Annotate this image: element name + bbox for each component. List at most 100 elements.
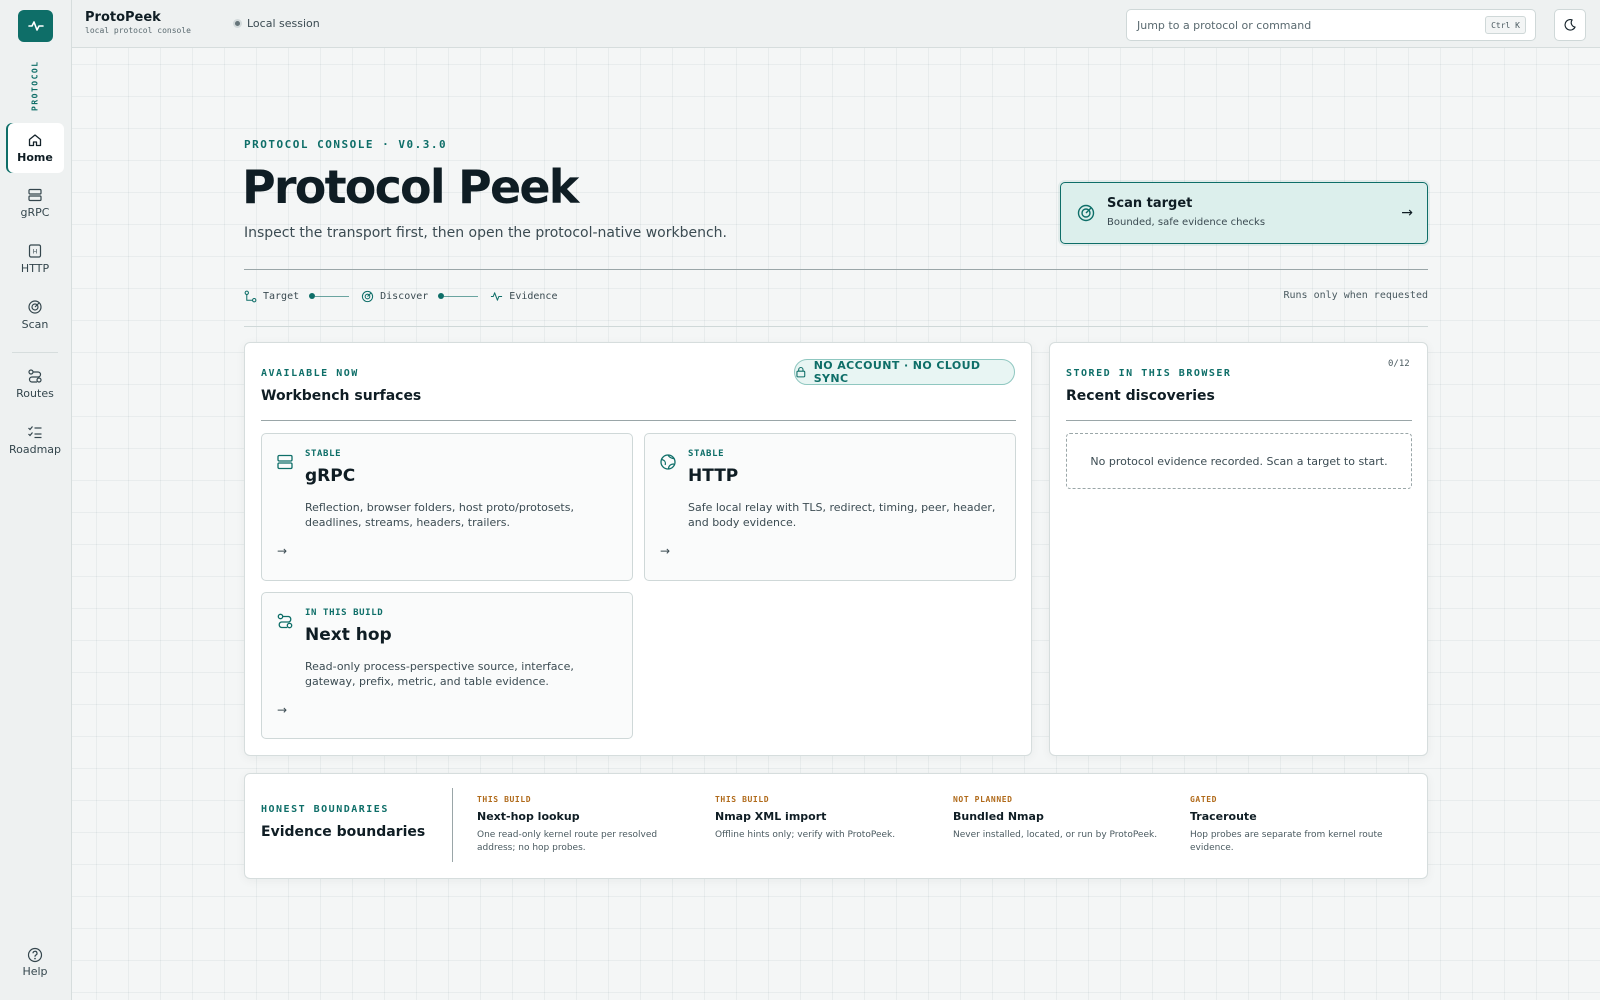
- privacy-badge: NO ACCOUNT · NO CLOUD SYNC: [794, 359, 1015, 385]
- sidebar-item-roadmap[interactable]: Roadmap: [6, 415, 64, 465]
- sidebar-item-routes[interactable]: Routes: [6, 359, 64, 409]
- step-connector: [438, 293, 479, 299]
- panel-eyebrow: AVAILABLE NOW: [261, 368, 359, 379]
- route-icon: [277, 613, 293, 629]
- boundary-level: THIS BUILD: [477, 795, 532, 804]
- home-icon: [28, 134, 42, 147]
- step-evidence: Evidence: [490, 290, 557, 303]
- boundary-title: Traceroute: [1190, 810, 1257, 823]
- sidebar-item-scan[interactable]: Scan: [6, 290, 64, 340]
- step-discover: Discover: [361, 290, 428, 303]
- discoveries-count: 0/12: [1388, 359, 1410, 369]
- sidebar-item-http[interactable]: H HTTP: [6, 234, 64, 284]
- steps-divider: [244, 326, 1428, 327]
- privacy-badge-label: NO ACCOUNT · NO CLOUD SYNC: [813, 359, 981, 385]
- step-connector: [309, 293, 350, 299]
- globe-icon: [660, 454, 676, 470]
- page-subtitle: Inspect the transport first, then open t…: [244, 225, 727, 241]
- surface-card-http[interactable]: STABLE HTTP Safe local relay with TLS, r…: [644, 433, 1016, 581]
- svg-text:H: H: [33, 249, 38, 256]
- sidebar: PROTOCOL Home gRPC H HTTP Scan Routes Ro…: [0, 0, 72, 1000]
- shortcut-hint: Ctrl K: [1485, 16, 1526, 34]
- panel-title: Evidence boundaries: [261, 824, 426, 840]
- server-icon: [28, 188, 42, 202]
- steps-note: Runs only when requested: [1283, 290, 1429, 301]
- arrow-right-icon: →: [1401, 205, 1413, 221]
- sidebar-item-home[interactable]: Home: [6, 123, 64, 173]
- surface-name: Next hop: [305, 625, 392, 645]
- surface-description: Reflection, browser folders, host proto/…: [305, 501, 574, 529]
- boundary-title: Next-hop lookup: [477, 810, 580, 823]
- session-indicator: Local session: [233, 17, 320, 30]
- boundary-description: Hop probes are separate from kernel rout…: [1190, 830, 1383, 853]
- boundary-item: GATED Traceroute Hop probes are separate…: [1190, 795, 1410, 855]
- sidebar-item-label: HTTP: [20, 262, 50, 275]
- workflow-steps: Target Discover Evidence: [244, 289, 557, 303]
- hero-eyebrow: PROTOCOL CONSOLE · V0.3.0: [244, 138, 448, 151]
- step-label: Discover: [380, 290, 429, 302]
- surface-tag: STABLE: [688, 449, 725, 459]
- step-target: Target: [244, 290, 299, 303]
- scan-target-subtitle: Bounded, safe evidence checks: [1107, 217, 1266, 228]
- surface-tag: IN THIS BUILD: [305, 608, 384, 618]
- panel-eyebrow: HONEST BOUNDARIES: [261, 804, 389, 815]
- route-icon: [28, 369, 42, 383]
- radar-icon: [1077, 204, 1095, 222]
- radar-icon: [362, 290, 374, 302]
- sidebar-item-label: Roadmap: [8, 443, 62, 456]
- surface-card-next-hop[interactable]: IN THIS BUILD Next hop Read-only process…: [261, 592, 633, 739]
- sidebar-item-label: gRPC: [20, 206, 50, 219]
- help-label: Help: [22, 965, 48, 978]
- lock-icon: [796, 367, 806, 378]
- surface-tag: STABLE: [305, 449, 342, 459]
- sidebar-item-grpc[interactable]: gRPC: [6, 178, 64, 228]
- moon-icon: [1564, 19, 1576, 31]
- boundary-title: Bundled Nmap: [953, 810, 1044, 823]
- boundary-level: GATED: [1190, 795, 1218, 804]
- step-label: Target: [263, 290, 300, 302]
- sidebar-item-label: Routes: [16, 387, 54, 400]
- panel-divider: [1066, 420, 1412, 421]
- boundary-description: One read-only kernel route per resolved …: [477, 830, 658, 853]
- boundary-title: Nmap XML import: [715, 810, 827, 823]
- command-search-input[interactable]: Jump to a protocol or command Ctrl K: [1126, 9, 1536, 41]
- surface-name: gRPC: [305, 466, 356, 486]
- http-icon: H: [28, 244, 42, 258]
- app-subtitle: local protocol console: [85, 26, 191, 35]
- panel-title: Recent discoveries: [1066, 388, 1215, 404]
- arrow-right-icon: →: [277, 703, 288, 717]
- scan-target-title: Scan target: [1107, 196, 1193, 211]
- pulse-icon: [27, 21, 44, 31]
- empty-state: No protocol evidence recorded. Scan a ta…: [1066, 433, 1412, 489]
- app-name: ProtoPeek: [85, 10, 161, 25]
- step-label: Evidence: [509, 290, 558, 302]
- pulse-icon: [491, 291, 503, 301]
- arrow-right-icon: →: [277, 544, 288, 558]
- app-logo[interactable]: [18, 10, 53, 42]
- top-bar: ProtoPeek local protocol console Local s…: [72, 0, 1600, 48]
- scan-target-button[interactable]: Scan target Bounded, safe evidence check…: [1060, 182, 1428, 244]
- panel-divider: [261, 420, 1016, 421]
- checklist-icon: [28, 426, 42, 439]
- page-title: Protocol Peek: [242, 160, 579, 214]
- surface-description: Safe local relay with TLS, redirect, tim…: [688, 501, 996, 529]
- theme-toggle-button[interactable]: [1554, 9, 1586, 41]
- sidebar-item-label: Home: [17, 151, 53, 164]
- surface-card-grpc[interactable]: STABLE gRPC Reflection, browser folders,…: [261, 433, 633, 581]
- radar-icon: [28, 300, 42, 314]
- help-button[interactable]: Help: [12, 947, 58, 978]
- surface-description: Read-only process-perspective source, in…: [305, 660, 574, 688]
- panel-title: Workbench surfaces: [261, 388, 422, 404]
- sidebar-divider: [12, 352, 58, 353]
- recent-discoveries-panel: STORED IN THIS BROWSER Recent discoverie…: [1049, 342, 1428, 756]
- boundaries-divider: [452, 788, 453, 862]
- boundary-item: THIS BUILD Nmap XML import Offline hints…: [715, 795, 935, 842]
- sidebar-section-label: PROTOCOL: [30, 60, 40, 112]
- search-placeholder: Jump to a protocol or command: [1137, 18, 1312, 32]
- session-status-dot: [233, 19, 242, 28]
- arrow-right-icon: →: [660, 544, 671, 558]
- boundary-item: NOT PLANNED Bundled Nmap Never installed…: [953, 795, 1173, 842]
- boundary-level: NOT PLANNED: [953, 795, 1013, 804]
- sidebar-item-label: Scan: [21, 318, 49, 331]
- target-route-icon: [244, 290, 257, 302]
